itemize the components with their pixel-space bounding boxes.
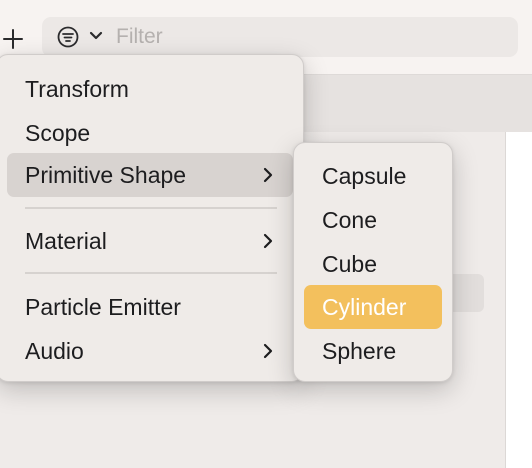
chevron-right-icon (263, 343, 273, 359)
menu-item-label: Scope (25, 120, 91, 146)
chevron-down-icon[interactable] (89, 31, 103, 41)
menu-item-transform[interactable]: Transform (7, 67, 293, 111)
submenu-item-sphere[interactable]: Sphere (304, 329, 442, 373)
filter-placeholder[interactable]: Filter (116, 26, 163, 48)
menu-item-label: Transform (25, 76, 129, 102)
menu-item-particle-emitter[interactable]: Particle Emitter (7, 285, 293, 329)
menu-item-primitive-shape[interactable]: Primitive Shape (7, 153, 293, 197)
chevron-right-icon (263, 233, 273, 249)
submenu-item-capsule[interactable]: Capsule (304, 154, 442, 198)
menu-item-material[interactable]: Material (7, 219, 293, 263)
menu-separator (25, 207, 277, 209)
submenu-item-label: Capsule (322, 163, 407, 189)
submenu-item-cube[interactable]: Cube (304, 242, 442, 286)
menu-item-label: Particle Emitter (25, 294, 181, 320)
menu-item-label: Material (25, 228, 107, 254)
line-filter-icon[interactable] (57, 26, 79, 48)
menu-item-scope[interactable]: Scope (7, 111, 293, 155)
primitive-shape-submenu: Capsule Cone Cube Cylinder Sphere (293, 142, 453, 382)
chevron-right-icon (263, 167, 273, 183)
submenu-item-cone[interactable]: Cone (304, 198, 442, 242)
submenu-item-label: Cylinder (322, 294, 407, 320)
submenu-item-label: Cone (322, 207, 377, 233)
menu-item-label: Primitive Shape (25, 162, 187, 188)
submenu-item-cylinder[interactable]: Cylinder (304, 285, 442, 329)
menu-item-audio[interactable]: Audio (7, 329, 293, 373)
submenu-item-label: Cube (322, 251, 377, 277)
inspector-panel-edge (505, 132, 532, 468)
filter-field[interactable]: Filter (42, 17, 518, 57)
plus-icon[interactable] (2, 28, 24, 50)
add-component-menu: Transform Scope Primitive Shape Material… (0, 54, 304, 382)
submenu-item-label: Sphere (322, 338, 397, 364)
menu-separator (25, 272, 277, 274)
menu-item-label: Audio (25, 338, 84, 364)
